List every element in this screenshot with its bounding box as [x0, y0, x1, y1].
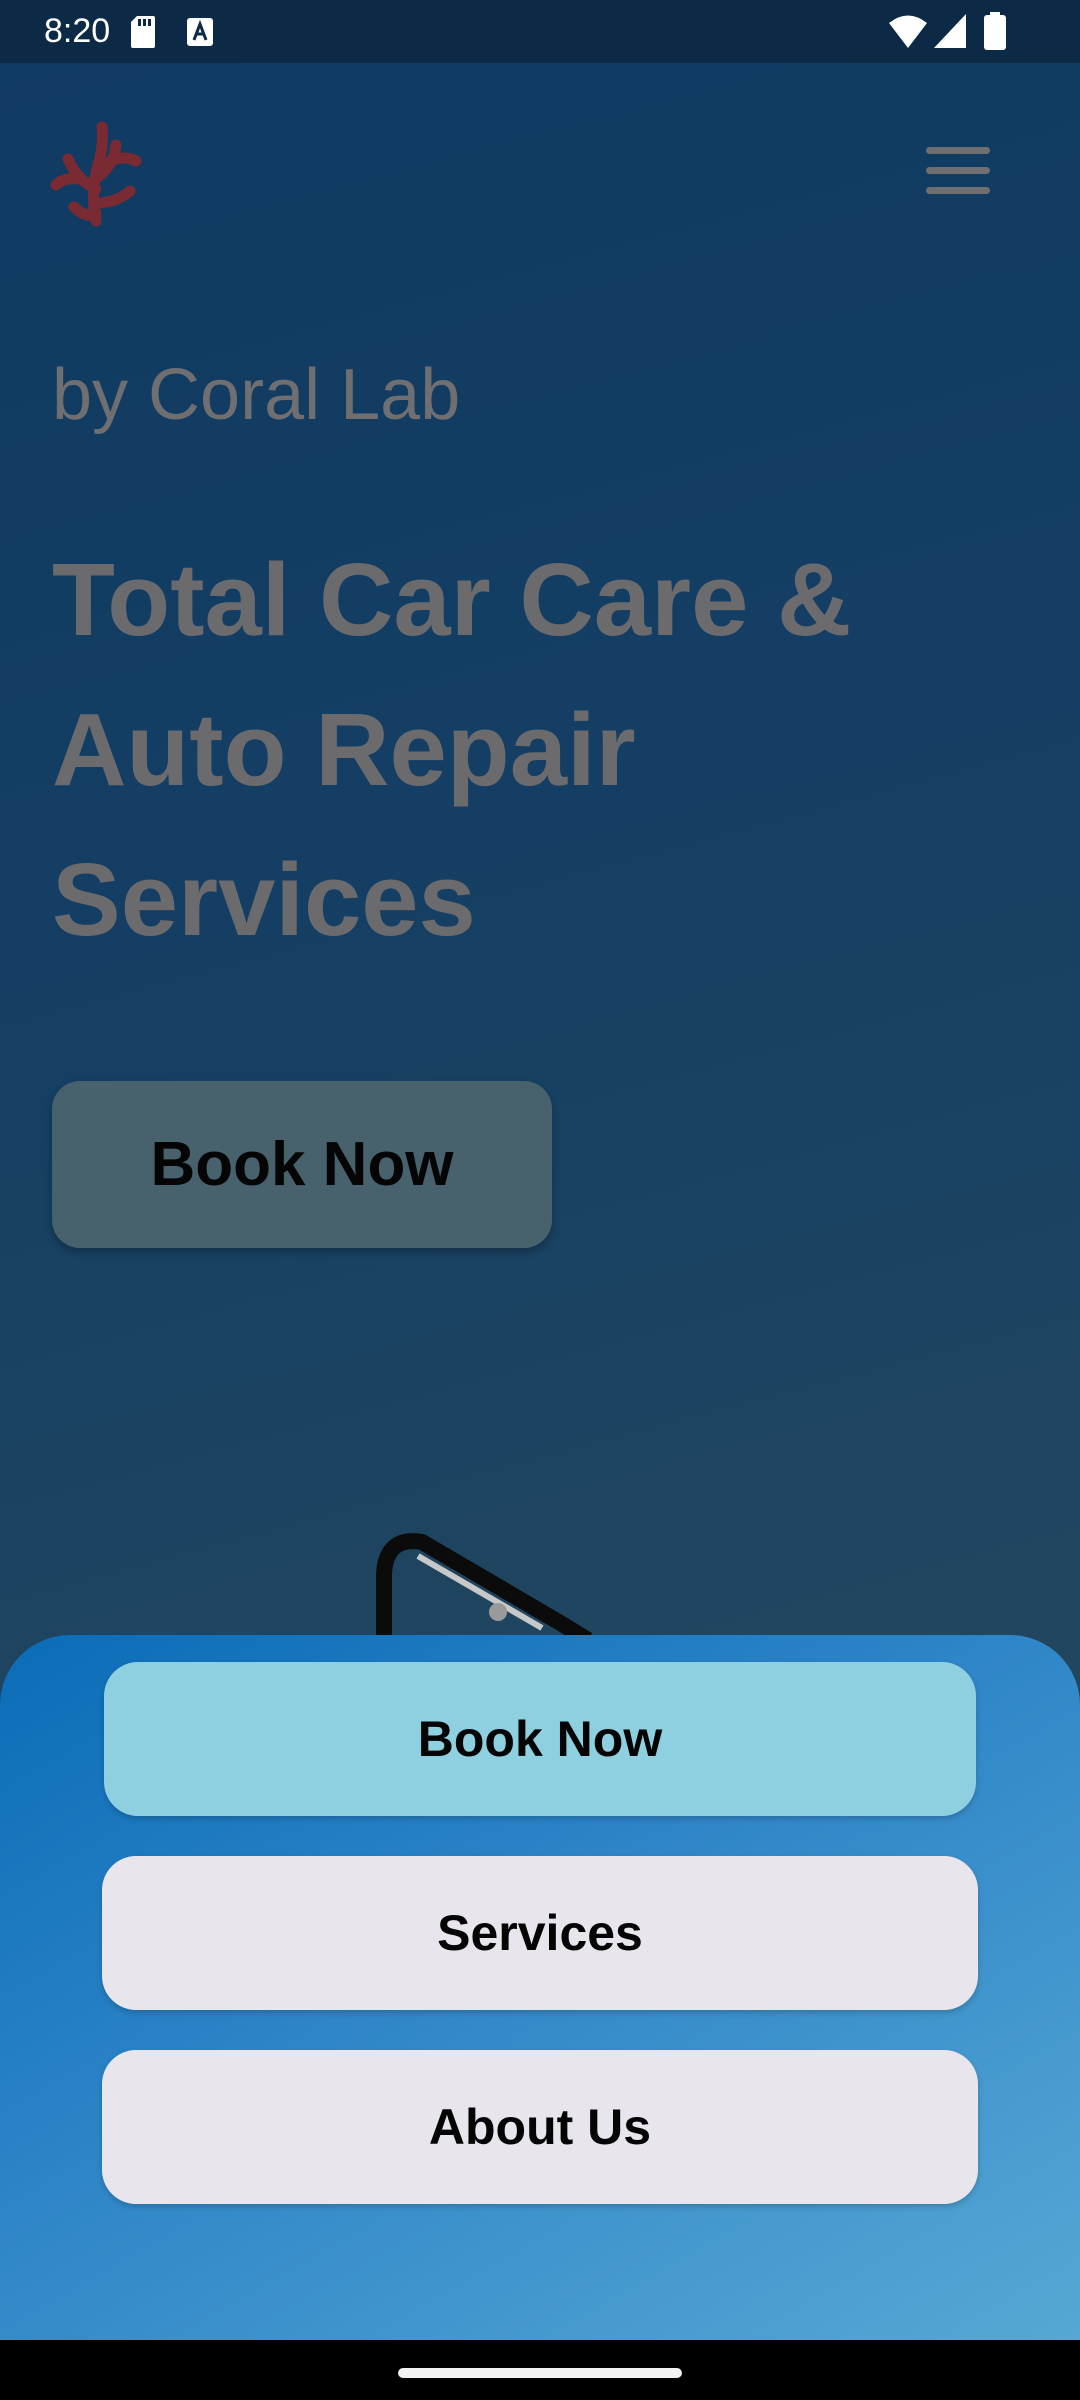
sd-card-icon [131, 16, 155, 48]
a-notification-icon [187, 18, 213, 46]
wifi-icon [889, 15, 927, 48]
sheet-book-now-button[interactable]: Book Now [104, 1662, 976, 1816]
sheet-about-us-button[interactable]: About Us [102, 2050, 978, 2204]
hero-title: Total Car Care & Auto Repair Services [52, 542, 852, 957]
hero-subtitle: by Coral Lab [52, 355, 461, 435]
battery-icon [984, 12, 1006, 50]
car-illustration [376, 1533, 593, 1640]
home-indicator[interactable] [398, 2368, 682, 2378]
status-time: 8:20 [44, 12, 111, 50]
hamburger-menu-icon[interactable] [922, 143, 994, 199]
app-screen: 8:20 by Coral Lab Total Car Care & Auto … [0, 0, 1080, 2400]
navigation-bar [0, 2340, 1080, 2400]
sheet-services-button[interactable]: Services [102, 1856, 978, 2010]
coral-logo-icon[interactable] [50, 115, 150, 227]
status-bar: 8:20 [0, 0, 1080, 63]
hero-book-now-button[interactable]: Book Now [52, 1081, 552, 1248]
signal-icon [934, 14, 966, 48]
bottom-sheet-menu: Book Now Services About Us [0, 1635, 1080, 2340]
